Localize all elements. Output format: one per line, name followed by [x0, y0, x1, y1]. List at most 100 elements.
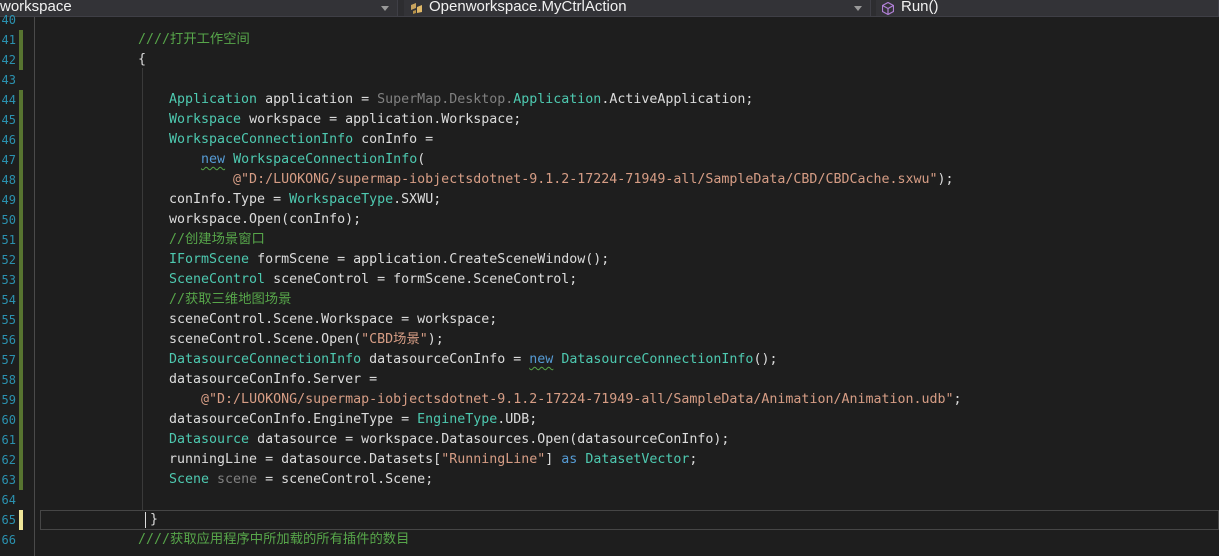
code-line[interactable]: 61 Datasource datasource = workspace.Data…: [0, 430, 1219, 450]
code-token: .SXWU;: [393, 192, 442, 207]
code-text: datasourceConInfo.Server =: [169, 370, 377, 390]
line-number: 51: [1, 233, 16, 247]
code-text: ////打开工作空间: [138, 30, 250, 50]
code-token: @"D:/LUOKONG/supermap-iobjectsdotnet-9.1…: [201, 392, 954, 407]
code-text: @"D:/LUOKONG/supermap-iobjectsdotnet-9.1…: [169, 390, 962, 410]
code-line[interactable]: 48 @"D:/LUOKONG/supermap-iobjectsdotnet-…: [0, 170, 1219, 190]
code-token: application =: [257, 92, 378, 107]
code-token: workspace = application.Workspace;: [241, 112, 522, 127]
code-line[interactable]: 53 SceneControl sceneControl = formScene.…: [0, 270, 1219, 290]
line-number: 43: [1, 73, 16, 87]
code-token: new: [201, 152, 226, 167]
line-number: 55: [1, 313, 16, 327]
code-token: EngineType: [417, 412, 498, 427]
code-text: ////获取应用程序中所加载的所有插件的数目: [138, 530, 409, 550]
saved-change-marker: [19, 310, 23, 330]
code-line[interactable]: 64: [0, 490, 1219, 510]
code-line[interactable]: 54 //获取三维地图场景: [0, 290, 1219, 310]
saved-change-marker: [19, 210, 23, 230]
saved-change-marker: [19, 290, 23, 310]
code-editor[interactable]: 40 41 ////打开工作空间 42 { 43 44 Application applica…: [0, 13, 1219, 556]
line-number: 57: [1, 353, 16, 367]
code-text: sceneControl.Scene.Open("CBD场景");: [169, 330, 444, 350]
code-token: Application: [169, 92, 258, 107]
code-token: new: [529, 352, 554, 367]
code-text: {: [138, 50, 146, 70]
code-token: ();: [753, 352, 778, 367]
saved-change-marker: [19, 410, 23, 430]
code-line[interactable]: 60 datasourceConInfo.EngineType = EngineT…: [0, 410, 1219, 430]
code-line[interactable]: 56 sceneControl.Scene.Open("CBD场景");: [0, 330, 1219, 350]
code-token: );: [937, 172, 954, 187]
code-text: runningLine = datasource.Datasets["Runni…: [169, 450, 697, 470]
line-number: 56: [1, 333, 16, 347]
code-line[interactable]: 63 Scene scene = sceneControl.Scene;: [0, 470, 1219, 490]
code-token: SuperMap.Desktop.: [377, 92, 514, 107]
code-line[interactable]: 42 {: [0, 50, 1219, 70]
code-token: .ActiveApplication;: [601, 92, 754, 107]
code-line[interactable]: 55 sceneControl.Scene.Workspace = workspa…: [0, 310, 1219, 330]
line-number: 48: [1, 173, 16, 187]
code-token: = sceneControl.Scene;: [257, 472, 434, 487]
code-line[interactable]: 62 runningLine = datasource.Datasets["Run…: [0, 450, 1219, 470]
code-token: }: [150, 512, 159, 527]
code-token: DatasourceConnectionInfo: [169, 352, 362, 367]
code-line[interactable]: 44 Application application = SuperMap.Des…: [0, 90, 1219, 110]
code-line[interactable]: 58 datasourceConInfo.Server =: [0, 370, 1219, 390]
code-token: ////打开工作空间: [138, 32, 250, 47]
code-token: as: [561, 452, 578, 467]
saved-change-marker: [19, 30, 23, 50]
saved-change-marker: [19, 370, 23, 390]
saved-change-marker: [19, 430, 23, 450]
saved-change-marker: [19, 110, 23, 130]
code-line[interactable]: 66 ////获取应用程序中所加载的所有插件的数目: [0, 530, 1219, 550]
saved-change-marker: [19, 150, 23, 170]
code-text: sceneControl.Scene.Workspace = workspace…: [169, 310, 497, 330]
code-token: Datasource: [169, 432, 250, 447]
saved-change-marker: [19, 230, 23, 250]
code-line[interactable]: 49 conInfo.Type = WorkspaceType.SXWU;: [0, 190, 1219, 210]
code-line[interactable]: 43: [0, 70, 1219, 90]
line-number: 59: [1, 393, 16, 407]
code-line[interactable]: 65}: [0, 510, 1219, 530]
code-line[interactable]: 51 //创建场景窗口: [0, 230, 1219, 250]
saved-change-marker: [19, 270, 23, 290]
code-line[interactable]: 57 DatasourceConnectionInfo datasourceCon…: [0, 350, 1219, 370]
line-number: 46: [1, 133, 16, 147]
code-token: );: [427, 332, 444, 347]
line-number: 60: [1, 413, 16, 427]
text-caret: [145, 512, 146, 528]
code-token: Workspace: [169, 112, 242, 127]
code-text: //创建场景窗口: [169, 230, 265, 250]
code-line[interactable]: 46 WorkspaceConnectionInfo conInfo =: [0, 130, 1219, 150]
saved-change-marker: [19, 350, 23, 370]
saved-change-marker: [19, 450, 23, 470]
code-token: Application: [513, 92, 602, 107]
code-line[interactable]: 41 ////打开工作空间: [0, 30, 1219, 50]
line-number: 53: [1, 273, 16, 287]
code-line[interactable]: 47 new WorkspaceConnectionInfo(: [0, 150, 1219, 170]
code-text: //获取三维地图场景: [169, 290, 291, 310]
saved-change-marker: [19, 130, 23, 150]
line-number: 44: [1, 93, 16, 107]
code-token: IFormScene: [169, 252, 250, 267]
line-number: 47: [1, 153, 16, 167]
code-token: ////获取应用程序中所加载的所有插件的数目: [138, 532, 410, 547]
line-number: 41: [1, 33, 16, 47]
code-text: datasourceConInfo.EngineType = EngineTyp…: [169, 410, 537, 430]
code-text: SceneControl sceneControl = formScene.Sc…: [169, 270, 577, 290]
code-token: datasourceConInfo =: [361, 352, 530, 367]
code-line[interactable]: 50 workspace.Open(conInfo);: [0, 210, 1219, 230]
code-token: //创建场景窗口: [169, 232, 265, 247]
code-token: "CBD场景": [361, 332, 428, 347]
unsaved-change-marker: [19, 510, 23, 530]
code-token: "RunningLine": [441, 452, 546, 467]
code-line[interactable]: 40: [0, 10, 1219, 30]
code-line[interactable]: 52 IFormScene formScene = application.Cre…: [0, 250, 1219, 270]
code-token: scene: [217, 472, 258, 487]
code-line[interactable]: 59 @"D:/LUOKONG/supermap-iobjectsdotnet-…: [0, 390, 1219, 410]
code-token: conInfo.Type =: [169, 192, 290, 207]
code-text: }: [150, 510, 158, 530]
code-line[interactable]: 45 Workspace workspace = application.Work…: [0, 110, 1219, 130]
